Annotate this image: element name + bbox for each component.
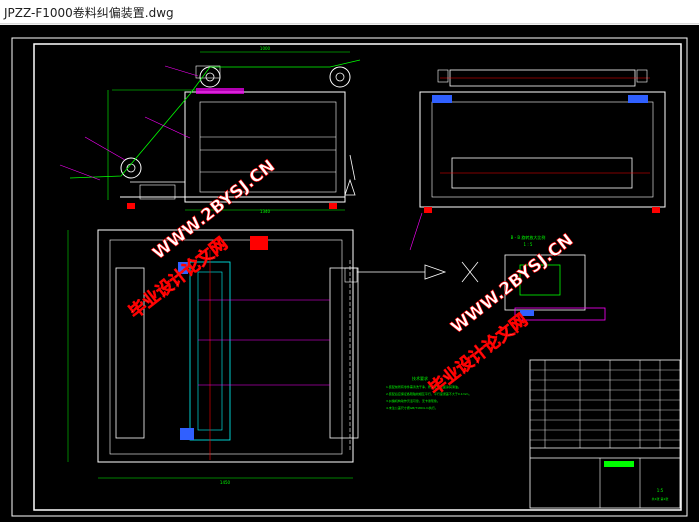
svg-text:1:5: 1:5 (657, 488, 664, 493)
title-block: 1:5 共1张 第1张 (529, 359, 681, 509)
svg-text:3.纠偏机构动作灵活可靠，无卡滞现象。: 3.纠偏机构动作灵活可靠，无卡滞现象。 (386, 398, 440, 403)
svg-text:1340: 1340 (260, 209, 271, 214)
window-titlebar: JPZZ-F1000卷料纠偏装置.dwg (0, 0, 699, 24)
cad-drawing-canvas[interactable]: 1000 1340 1450 B - B 旋转放大比例 1: 5 技术要求 1… (0, 25, 699, 522)
side-view: 1000 1340 (59, 46, 361, 214)
watermark-lower: WWW.2BYSJ.CN 毕业设计论文网 (425, 230, 578, 400)
front-view (409, 69, 666, 251)
svg-text:B - B 旋转放大比例: B - B 旋转放大比例 (511, 234, 546, 240)
window-title: JPZZ-F1000卷料纠偏装置.dwg (4, 6, 174, 20)
svg-text:4.未注公差尺寸按GB/T1804-m执行。: 4.未注公差尺寸按GB/T1804-m执行。 (386, 405, 438, 410)
outer-border (11, 37, 688, 517)
svg-text:共1张 第1张: 共1张 第1张 (652, 496, 669, 501)
svg-text:1000: 1000 (260, 46, 271, 51)
watermark-upper: WWW.2BYSJ.CN 毕业设计论文网 (125, 156, 280, 323)
drawing-svg: 1000 1340 1450 B - B 旋转放大比例 1: 5 技术要求 1… (11, 37, 688, 517)
svg-text:1 : 5: 1 : 5 (524, 242, 533, 247)
svg-text:1450: 1450 (220, 480, 231, 485)
svg-text:技术要求: 技术要求 (412, 375, 428, 381)
svg-text:2.装配后应保证各辊轴线相互平行，平行度误差不大于0.1mm: 2.装配后应保证各辊轴线相互平行，平行度误差不大于0.1mm。 (386, 391, 471, 396)
plan-view: 1450 (67, 229, 479, 485)
